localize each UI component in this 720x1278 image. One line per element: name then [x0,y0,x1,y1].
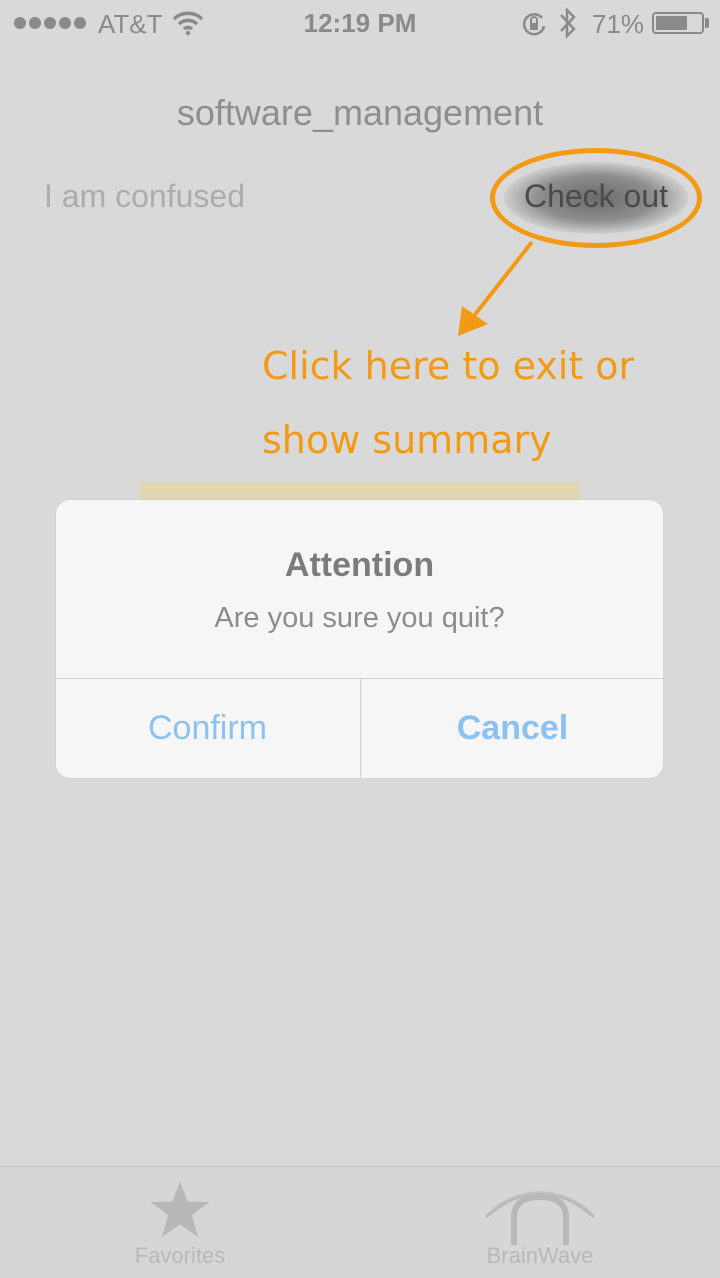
star-icon [151,1181,209,1237]
battery-percent: 71% [592,9,645,39]
battery-icon [652,12,704,34]
battery-tip [705,18,709,28]
annotation-text-line2: show summary [262,418,552,462]
alert-dialog: Attention Are you sure you quit? Confirm… [56,500,663,778]
tab-favorites-label: Favorites [134,1243,226,1268]
tab-brainwave[interactable]: BrainWave [440,1167,640,1278]
alert-message: Are you sure you quit? [214,602,505,634]
bluetooth-icon [560,6,576,40]
annotation-circle [490,148,702,248]
page-title: software_management [176,92,544,133]
status-bar: AT&T 12:19 PM 71% [0,0,720,48]
annotation-arrow-icon [458,240,534,336]
tab-favorites[interactable]: Favorites [80,1167,280,1278]
confirm-button[interactable]: Confirm [56,679,359,778]
alert-title: Attention [284,546,435,584]
i-am-confused-button[interactable]: I am confused [44,178,245,215]
cancel-button[interactable]: Cancel [361,679,663,778]
headset-icon [485,1191,595,1245]
annotation-text-line1: Click here to exit or [262,344,635,388]
tab-brainwave-label: BrainWave [486,1243,594,1268]
rotation-lock-icon [522,13,546,36]
tab-bar: Favorites BrainWave [0,1166,720,1278]
check-out-button[interactable]: Check out [490,148,702,248]
